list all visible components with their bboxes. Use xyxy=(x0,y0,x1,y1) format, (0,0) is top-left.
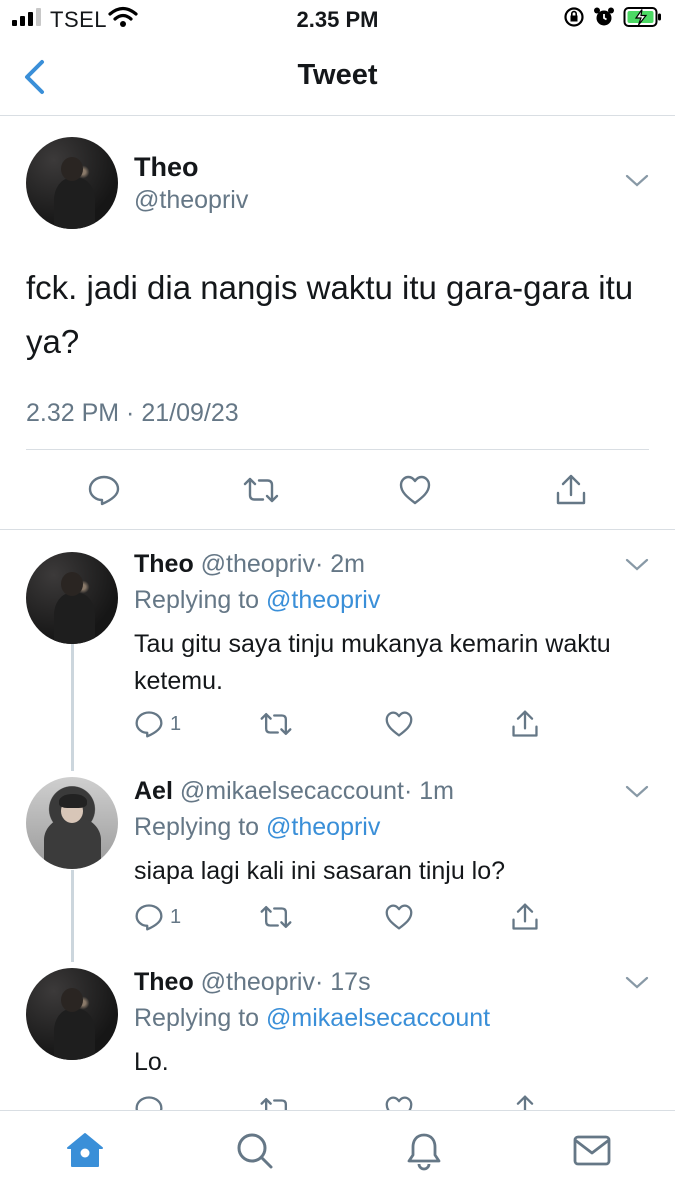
tab-bar xyxy=(0,1110,675,1201)
author-name[interactable]: Theo xyxy=(134,550,194,578)
author-handle[interactable]: @theopriv xyxy=(134,186,248,215)
reply-text: siapa lagi kali ini sasaran tinju lo? xyxy=(134,857,506,885)
status-bar: TSEL 2.35 PM xyxy=(0,0,675,40)
replying-to-link[interactable]: @mikaelsecaccount xyxy=(266,1004,490,1032)
reply-header: Theo @theopriv· 2m xyxy=(134,550,365,579)
like-button[interactable] xyxy=(398,474,432,506)
comment-icon xyxy=(135,711,163,738)
reply-button[interactable] xyxy=(134,1094,164,1110)
tab-search[interactable] xyxy=(235,1131,275,1176)
orientation-lock-icon xyxy=(563,6,585,33)
chevron-down-icon xyxy=(625,558,649,571)
reply-time: · 17s xyxy=(315,968,371,996)
reply-actions: 1 xyxy=(0,900,675,934)
author-handle[interactable]: @theopriv xyxy=(201,550,315,578)
tweet-options-button[interactable] xyxy=(625,174,649,193)
home-icon xyxy=(67,1133,103,1167)
avatar[interactable] xyxy=(26,968,118,1060)
search-icon xyxy=(237,1133,273,1169)
divider xyxy=(26,449,649,450)
share-icon xyxy=(556,474,586,505)
heart-icon xyxy=(385,711,413,737)
retweet-icon xyxy=(260,905,292,929)
reply-count: 1 xyxy=(170,712,182,735)
like-button[interactable] xyxy=(384,710,414,738)
reply-tweet: Ael @mikaelsecaccount· 1m Replying to @t… xyxy=(0,777,675,957)
comment-icon xyxy=(135,1096,163,1110)
main-tweet: Theo @theopriv fck. jadi dia nangis wakt… xyxy=(0,116,675,530)
avatar[interactable] xyxy=(26,137,118,229)
reply-actions xyxy=(0,1092,675,1110)
tweet-timestamp: 2.32 PM · 21/09/23 xyxy=(26,399,239,427)
reply-time: · 2m xyxy=(315,550,365,578)
envelope-icon xyxy=(573,1135,611,1166)
tweet-options-button[interactable] xyxy=(625,785,649,804)
alarm-icon xyxy=(593,6,615,33)
chevron-down-icon xyxy=(625,785,649,798)
replying-to-line: Replying to @theopriv xyxy=(134,813,380,842)
like-button[interactable] xyxy=(384,903,414,931)
retweet-button[interactable] xyxy=(259,710,293,738)
replying-to-line: Replying to @theopriv xyxy=(134,586,380,615)
reply-text: Tau gitu saya tinju mukanya kemarin wakt… xyxy=(134,630,611,695)
tab-home[interactable] xyxy=(65,1131,105,1176)
reply-header: Ael @mikaelsecaccount· 1m xyxy=(134,777,454,806)
navigation-header: Tweet xyxy=(0,40,675,116)
retweet-icon xyxy=(260,1097,288,1110)
share-button[interactable] xyxy=(510,902,540,932)
chevron-down-icon xyxy=(625,174,649,187)
share-button[interactable] xyxy=(510,709,540,739)
reply-button[interactable]: 1 xyxy=(134,902,181,932)
tweet-actions xyxy=(0,468,675,512)
comment-icon xyxy=(135,904,163,931)
tab-notifications[interactable] xyxy=(404,1131,444,1176)
reply-actions: 1 xyxy=(0,707,675,741)
tweet-options-button[interactable] xyxy=(625,558,649,577)
retweet-button[interactable] xyxy=(259,1095,293,1110)
avatar[interactable] xyxy=(26,777,118,869)
retweet-button[interactable] xyxy=(259,903,293,931)
tweet-text: fck. jadi dia nangis waktu itu gara-gara… xyxy=(26,269,634,360)
reply-button[interactable]: 1 xyxy=(134,709,181,739)
author-name[interactable]: Ael xyxy=(134,777,173,805)
retweet-button[interactable] xyxy=(242,475,280,505)
reply-time: · 1m xyxy=(403,777,454,805)
heart-icon xyxy=(399,475,431,505)
bell-icon xyxy=(407,1133,441,1171)
share-icon xyxy=(516,1095,534,1110)
page-title: Tweet xyxy=(297,59,378,91)
replying-to-link[interactable]: @theopriv xyxy=(266,813,380,841)
replying-to-label: Replying to xyxy=(134,1004,260,1032)
chevron-down-icon xyxy=(625,976,649,989)
reply-tweet: Theo @theopriv· 17s Replying to @mikaels… xyxy=(0,968,675,1110)
replying-to-link[interactable]: @theopriv xyxy=(266,586,380,614)
battery-icon xyxy=(623,6,663,33)
tab-messages[interactable] xyxy=(572,1131,612,1176)
share-icon xyxy=(512,903,538,930)
like-button[interactable] xyxy=(384,1095,414,1110)
avatar[interactable] xyxy=(26,552,118,644)
share-button[interactable] xyxy=(510,1094,540,1110)
replying-to-line: Replying to @mikaelsecaccount xyxy=(134,1004,490,1033)
heart-icon xyxy=(385,904,413,930)
reply-button[interactable] xyxy=(87,473,121,507)
replying-to-label: Replying to xyxy=(134,813,260,841)
status-icons xyxy=(563,6,663,33)
share-button[interactable] xyxy=(554,473,588,507)
reply-tweet: Theo @theopriv· 2m Replying to @theopriv… xyxy=(0,550,675,765)
author-handle[interactable]: @theopriv xyxy=(201,968,315,996)
reply-header: Theo @theopriv· 17s xyxy=(134,968,371,997)
reply-count: 1 xyxy=(170,905,182,928)
tweet-options-button[interactable] xyxy=(625,976,649,995)
replying-to-label: Replying to xyxy=(134,586,260,614)
retweet-icon xyxy=(243,477,279,503)
share-icon xyxy=(512,710,538,737)
author-name[interactable]: Theo xyxy=(134,968,194,996)
reply-text: Lo. xyxy=(134,1048,169,1076)
author-handle[interactable]: @mikaelsecaccount xyxy=(180,777,404,805)
author-name[interactable]: Theo xyxy=(134,152,199,183)
retweet-icon xyxy=(260,712,292,736)
comment-icon xyxy=(88,475,120,506)
heart-icon xyxy=(385,1096,413,1110)
